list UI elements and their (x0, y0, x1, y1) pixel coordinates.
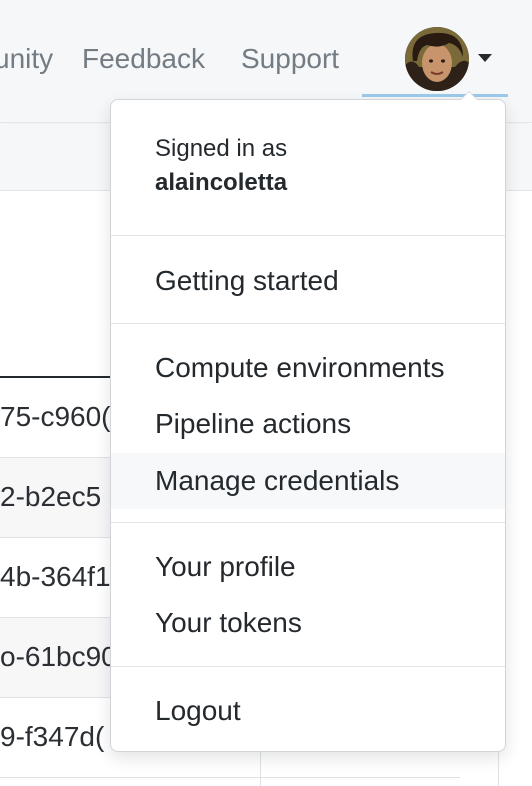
menu-divider (111, 666, 505, 667)
nav-link-community[interactable]: unity (0, 40, 53, 78)
menu-item-logout[interactable]: Logout (111, 683, 505, 739)
run-id-cell[interactable]: o-61bc90 (0, 640, 117, 674)
menu-divider (111, 323, 505, 324)
run-id-cell[interactable]: 4b-364f1 (0, 560, 111, 594)
user-menu-toggle[interactable] (362, 22, 508, 97)
menu-item-getting-started[interactable]: Getting started (111, 253, 505, 309)
menu-divider (111, 522, 505, 523)
menu-item-your-profile[interactable]: Your profile (111, 539, 505, 595)
menu-divider (111, 235, 505, 236)
nav-link-support[interactable]: Support (241, 40, 339, 78)
run-id-cell[interactable]: 9-f347d( (0, 720, 104, 754)
signed-in-header: Signed in as alaincoletta (155, 132, 287, 200)
nav-link-feedback[interactable]: Feedback (82, 40, 205, 78)
menu-item-your-tokens[interactable]: Your tokens (111, 595, 505, 651)
signed-in-label: Signed in as (155, 135, 288, 162)
menu-item-pipeline-actions[interactable]: Pipeline actions (111, 396, 505, 452)
run-id-cell[interactable]: 2-b2ec5 (0, 480, 101, 514)
menu-item-compute-environments[interactable]: Compute environments (111, 340, 505, 396)
avatar[interactable] (405, 27, 469, 91)
user-dropdown-menu: Signed in as alaincoletta Getting starte… (110, 91, 506, 752)
page: unity Feedback Support 75-c960(2-b2ec5 … (0, 0, 532, 786)
username: alaincoletta (155, 169, 288, 196)
run-id-cell[interactable]: 75-c960( (0, 400, 111, 434)
menu-item-manage-credentials[interactable]: Manage credentials (111, 453, 505, 509)
caret-down-icon[interactable] (478, 54, 492, 62)
